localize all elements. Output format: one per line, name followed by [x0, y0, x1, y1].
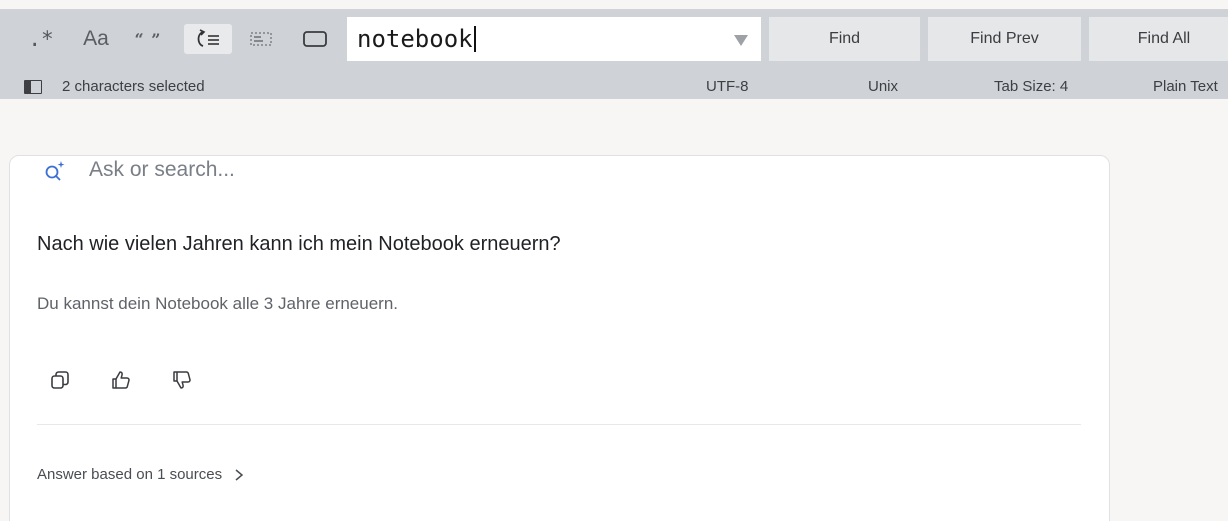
thumbs-up-button[interactable]: [107, 366, 135, 394]
find-all-button[interactable]: Find All: [1089, 17, 1228, 61]
thumbs-down-icon: [173, 371, 191, 389]
find-prev-button[interactable]: Find Prev: [928, 17, 1081, 61]
find-panel: .* Aa “ ” notebook Find Find Prev Find A…: [0, 9, 1228, 99]
copy-icon: [51, 371, 69, 389]
chevron-right-icon: [235, 468, 244, 481]
answer-text: Du kannst dein Notebook alle 3 Jahre ern…: [37, 294, 399, 313]
assistant-card: Nach wie vielen Jahren kann ich mein Not…: [9, 155, 1110, 521]
whole-word-toggle[interactable]: “ ”: [128, 24, 168, 54]
find-row: .* Aa “ ” notebook Find Find Prev Find A…: [0, 17, 1228, 61]
highlight-matches-toggle[interactable]: [294, 24, 336, 54]
regex-label: .*: [28, 27, 54, 51]
text-caret: [473, 26, 476, 52]
wrap-icon: [197, 29, 219, 47]
status-bar: 2 characters selected UTF-8 Unix Tab Siz…: [0, 77, 1228, 97]
ask-search-input[interactable]: [89, 158, 589, 182]
case-label: Aa: [83, 27, 109, 50]
in-selection-toggle[interactable]: [246, 24, 276, 54]
highlight-matches-icon: [303, 31, 327, 47]
syntax-status[interactable]: Plain Text: [1153, 78, 1218, 95]
find-query: notebook: [357, 25, 473, 53]
in-selection-icon: [250, 32, 272, 46]
wrap-toggle[interactable]: [184, 24, 232, 54]
card-divider: [37, 424, 1081, 425]
whole-word-label: “ ”: [134, 29, 162, 49]
find-input[interactable]: notebook: [347, 17, 761, 61]
sidebar-toggle-icon[interactable]: [24, 80, 42, 94]
regex-toggle[interactable]: .*: [24, 24, 58, 54]
line-endings-status[interactable]: Unix: [868, 78, 898, 95]
tab-size-status[interactable]: Tab Size: 4: [994, 78, 1068, 95]
thumbs-up-icon: [112, 371, 130, 389]
sources-link[interactable]: Answer based on 1 sources: [37, 466, 244, 483]
encoding-status[interactable]: UTF-8: [706, 78, 749, 95]
sparkle-search-icon: [45, 161, 65, 181]
find-button[interactable]: Find: [769, 17, 920, 61]
selection-status: 2 characters selected: [62, 78, 205, 95]
question-text: Nach wie vielen Jahren kann ich mein Not…: [37, 233, 561, 255]
copy-button[interactable]: [46, 366, 74, 394]
case-sensitive-toggle[interactable]: Aa: [78, 24, 114, 54]
sources-label: Answer based on 1 sources: [37, 466, 223, 483]
thumbs-down-button[interactable]: [168, 366, 196, 394]
history-dropdown-icon[interactable]: [733, 33, 749, 47]
